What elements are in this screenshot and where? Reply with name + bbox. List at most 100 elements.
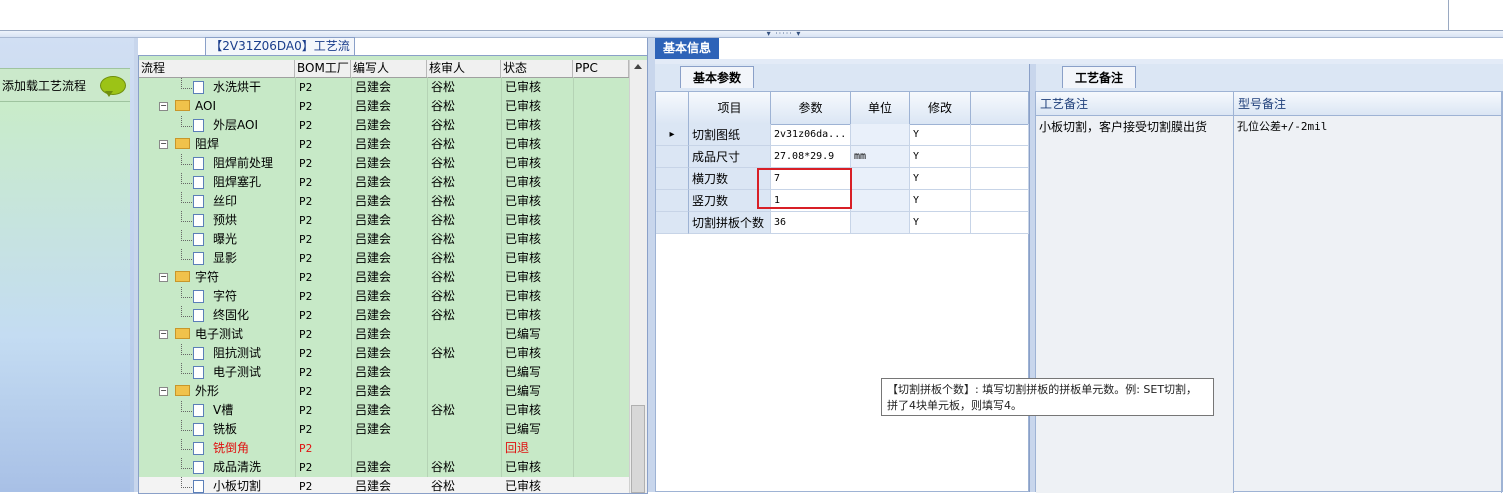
- writer-name: 吕建会: [355, 460, 392, 474]
- param-value[interactable]: 27.08*29.9: [771, 146, 851, 168]
- col-header-bom[interactable]: BOM工厂: [295, 60, 351, 77]
- collapse-toggle-icon[interactable]: −: [159, 102, 168, 111]
- reviewer-name: 谷松: [431, 460, 456, 474]
- writer-name: 吕建会: [355, 346, 392, 360]
- table-row[interactable]: − 电子测试 P2 吕建会 已编写: [139, 325, 629, 344]
- left-nav-background: [0, 101, 130, 492]
- bom-factory: P2: [299, 100, 313, 113]
- col-header-edit[interactable]: 修改: [910, 92, 971, 124]
- status-text: 已审核: [505, 213, 542, 227]
- table-row[interactable]: 小板切割 P2 吕建会 谷松 已审核: [139, 477, 629, 493]
- table-row[interactable]: 丝印 P2 吕建会 谷松 已审核: [139, 192, 629, 211]
- param-filler: [971, 146, 1029, 168]
- writer-name: 吕建会: [355, 365, 392, 379]
- bom-factory: P2: [299, 442, 313, 455]
- model-notes-value: 孔位公差+/-2mil: [1237, 120, 1328, 133]
- status-text: 已审核: [505, 403, 542, 417]
- table-row[interactable]: − 阻焊 P2 吕建会 谷松 已审核: [139, 135, 629, 154]
- reviewer-name: 谷松: [431, 80, 456, 94]
- table-row[interactable]: 显影 P2 吕建会 谷松 已审核: [139, 249, 629, 268]
- bom-factory: P2: [299, 366, 313, 379]
- table-row[interactable]: 终固化 P2 吕建会 谷松 已审核: [139, 306, 629, 325]
- table-row[interactable]: − 字符 P2 吕建会 谷松 已审核: [139, 268, 629, 287]
- reviewer-name: 谷松: [431, 99, 456, 113]
- tooltip: 【切割拼板个数】: 填写切割拼板的拼板单元数。例: SET切割，拼了4块单元板，…: [881, 378, 1214, 416]
- status-text: 已审核: [505, 346, 542, 360]
- param-edit: Y: [910, 168, 971, 190]
- table-row[interactable]: 水洗烘干 P2 吕建会 谷松 已审核: [139, 78, 629, 97]
- table-row[interactable]: 阻抗测试 P2 吕建会 谷松 已审核: [139, 344, 629, 363]
- collapse-toggle-icon[interactable]: −: [159, 273, 168, 282]
- tab-basic-info[interactable]: 基本信息: [655, 38, 719, 59]
- scroll-up-arrow-icon[interactable]: [634, 64, 642, 69]
- param-value[interactable]: 36: [771, 212, 851, 234]
- table-row[interactable]: − 外形 P2 吕建会 已编写: [139, 382, 629, 401]
- table-row[interactable]: 铣倒角 P2 回退: [139, 439, 629, 458]
- col-header-item[interactable]: 项目: [689, 92, 771, 124]
- nav-item-load-process[interactable]: 添加载工艺流程: [0, 68, 130, 102]
- collapse-toggle-icon[interactable]: −: [159, 330, 168, 339]
- bom-factory: P2: [299, 252, 313, 265]
- col-header-process[interactable]: 流程: [139, 60, 295, 77]
- tree-connector: [181, 477, 192, 488]
- process-name: 电子测试: [195, 327, 244, 341]
- col-header-unit[interactable]: 单位: [851, 92, 910, 124]
- writer-name: 吕建会: [355, 327, 392, 341]
- col-header-status[interactable]: 状态: [501, 60, 573, 77]
- tree-connector: [181, 344, 192, 355]
- status-text: 已审核: [505, 460, 542, 474]
- document-icon: [193, 309, 204, 322]
- collapse-toggle-icon[interactable]: −: [159, 140, 168, 149]
- reviewer-name: 谷松: [431, 251, 456, 265]
- splitter-grip-icon[interactable]: ▾ ····· ▾: [752, 30, 816, 38]
- collapse-toggle-icon[interactable]: −: [159, 387, 168, 396]
- tree-connector: [181, 78, 192, 89]
- tab-basic-params[interactable]: 基本参数: [680, 66, 754, 88]
- col-header-reviewer[interactable]: 核审人: [427, 60, 501, 77]
- param-value[interactable]: 2v31z06da...: [771, 124, 851, 146]
- table-row[interactable]: 外层AOI P2 吕建会 谷松 已审核: [139, 116, 629, 135]
- scroll-thumb[interactable]: [631, 405, 645, 493]
- process-name: 曝光: [213, 232, 238, 246]
- table-row[interactable]: 预烘 P2 吕建会 谷松 已审核: [139, 211, 629, 230]
- param-filler: [971, 190, 1029, 212]
- status-text: 已审核: [505, 156, 542, 170]
- table-row[interactable]: 铣板 P2 吕建会 已编写: [139, 420, 629, 439]
- bom-factory: P2: [299, 271, 313, 284]
- status-text: 已审核: [505, 137, 542, 151]
- param-row[interactable]: 成品尺寸 27.08*29.9 mm Y: [656, 146, 1029, 168]
- table-row[interactable]: V槽 P2 吕建会 谷松 已审核: [139, 401, 629, 420]
- param-row[interactable]: 切割拼板个数 36 Y: [656, 212, 1029, 234]
- tab-process-notes[interactable]: 工艺备注: [1062, 66, 1136, 88]
- process-grid-scrollbar[interactable]: [629, 60, 647, 493]
- col-header-param[interactable]: 参数: [771, 92, 851, 124]
- table-row[interactable]: 成品清洗 P2 吕建会 谷松 已审核: [139, 458, 629, 477]
- writer-name: 吕建会: [355, 99, 392, 113]
- table-row[interactable]: 曝光 P2 吕建会 谷松 已审核: [139, 230, 629, 249]
- process-name: 字符: [213, 289, 238, 303]
- reviewer-name: 谷松: [431, 118, 456, 132]
- table-row[interactable]: − AOI P2 吕建会 谷松 已审核: [139, 97, 629, 116]
- process-name: 阻焊: [195, 137, 220, 151]
- col-header-ppc[interactable]: PPC: [573, 60, 629, 77]
- tree-connector: [181, 458, 192, 469]
- status-text: 已审核: [505, 99, 542, 113]
- process-name: 丝印: [213, 194, 238, 208]
- table-row[interactable]: 阻焊前处理 P2 吕建会 谷松 已审核: [139, 154, 629, 173]
- process-panel-title: 【2V31Z06DA0】工艺流程: [205, 37, 355, 70]
- document-icon: [193, 290, 204, 303]
- center-splitter[interactable]: [647, 38, 655, 492]
- document-icon: [193, 157, 204, 170]
- top-toolbar-area: [0, 0, 1503, 31]
- model-notes-text[interactable]: 孔位公差+/-2mil: [1234, 116, 1502, 493]
- table-row[interactable]: 电子测试 P2 吕建会 已编写: [139, 363, 629, 382]
- table-row[interactable]: 阻焊塞孔 P2 吕建会 谷松 已审核: [139, 173, 629, 192]
- process-notes-text[interactable]: 小板切割，客户接受切割膜出货: [1036, 116, 1234, 493]
- status-text: 已审核: [505, 232, 542, 246]
- reviewer-name: 谷松: [431, 175, 456, 189]
- param-row[interactable]: ▸ 切割图纸 2v31z06da... Y: [656, 124, 1029, 146]
- table-row[interactable]: 字符 P2 吕建会 谷松 已审核: [139, 287, 629, 306]
- col-header-writer[interactable]: 编写人: [351, 60, 427, 77]
- status-text: 已审核: [505, 118, 542, 132]
- document-icon: [193, 423, 204, 436]
